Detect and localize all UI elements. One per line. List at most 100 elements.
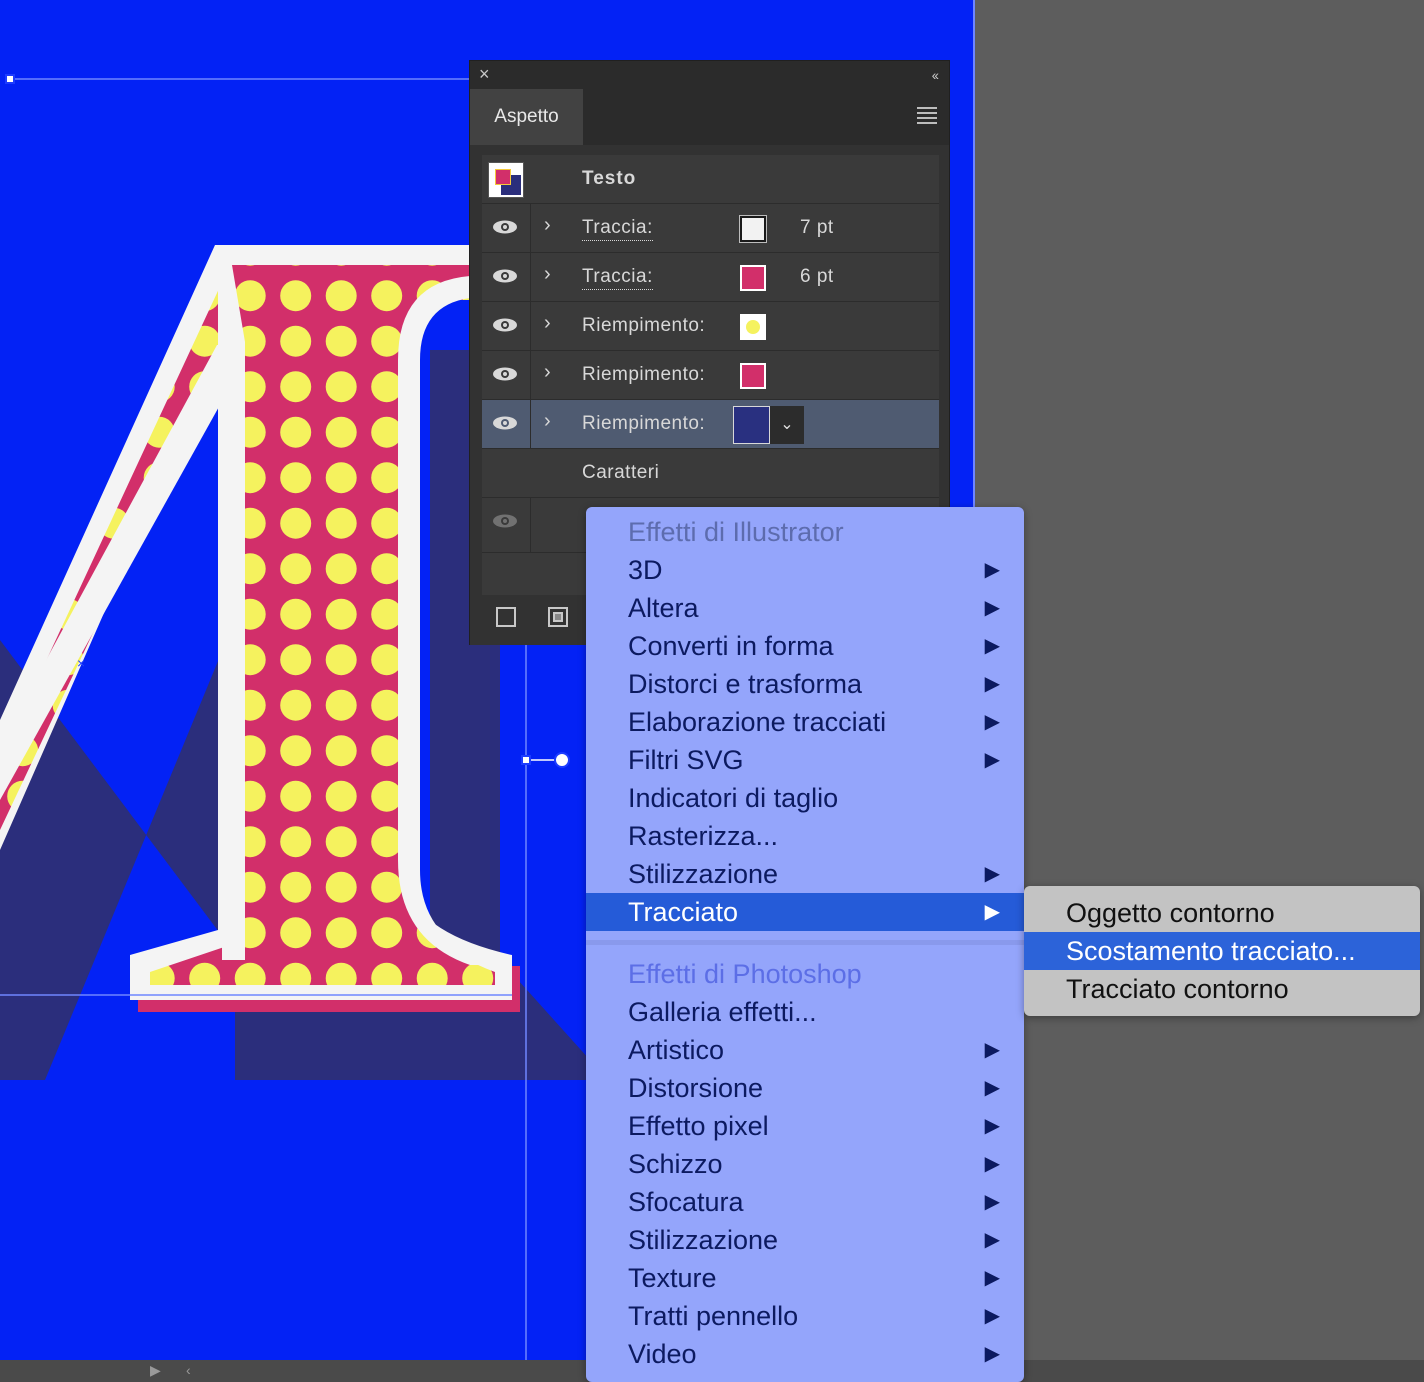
close-icon[interactable]: × [479,65,490,83]
menu-item-converti-in-forma[interactable]: Converti in forma ▶ [586,627,1024,665]
menu-item-stilizzazione[interactable]: Stilizzazione ▶ [586,855,1024,893]
appearance-row-selected[interactable]: › Riempimento: ⌄ [482,400,939,449]
stroke-color-swatch[interactable] [739,215,767,243]
menu-item-elaborazione-tracciati[interactable]: Elaborazione tracciati ▶ [586,703,1024,741]
stroke-color-swatch[interactable] [740,265,766,291]
appearance-row[interactable]: › Riempimento: [482,302,939,351]
submenu-arrow-icon: ▶ [984,863,1000,885]
menu-item-label: Distorci e trasforma [628,669,863,699]
submenu-arrow-icon: ▶ [984,1077,1000,1099]
collapse-icon[interactable]: ‹‹ [932,67,939,83]
menu-item-altera[interactable]: Altera ▶ [586,589,1024,627]
eye-icon[interactable] [492,219,518,235]
eye-icon[interactable] [492,317,518,333]
menu-item-schizzo[interactable]: Schizzo ▶ [586,1145,1024,1183]
submenu-arrow-icon: ▶ [984,635,1000,657]
menu-item-label: Distorsione [628,1073,764,1103]
menu-item-distorci-e-trasforma[interactable]: Distorci e trasforma ▶ [586,665,1024,703]
menu-item-filtri-svg[interactable]: Filtri SVG ▶ [586,741,1024,779]
appearance-row[interactable]: › Traccia: 6 pt [482,253,939,302]
submenu-arrow-icon: ▶ [984,1115,1000,1137]
appearance-row[interactable]: › Traccia: 7 pt [482,204,939,253]
menu-item-texture[interactable]: Texture ▶ [586,1259,1024,1297]
appearance-row[interactable]: › Riempimento: [482,351,939,400]
submenu-item-oggetto-contorno[interactable]: Oggetto contorno [1024,894,1420,932]
menu-item-label: Tratti pennello [628,1301,799,1331]
menu-item-video[interactable]: Video ▶ [586,1335,1024,1373]
menu-item-label: Video [628,1339,697,1369]
menu-item-label: Elaborazione tracciati [628,707,887,737]
chevron-right-icon[interactable]: › [544,410,551,433]
menu-item-label: Texture [628,1263,717,1293]
anchor-point [521,755,531,765]
chevron-right-icon[interactable]: › [544,263,551,286]
menu-item-label: Stilizzazione [628,859,779,889]
menu-item-indicatori-di-taglio[interactable]: Indicatori di taglio [586,779,1024,817]
play-icon[interactable]: ▶ [150,1362,161,1379]
object-label: Testo [582,168,637,189]
chevron-right-icon[interactable]: › [544,214,551,237]
menu-item-tratti-pennello[interactable]: Tratti pennello ▶ [586,1297,1024,1335]
submenu-arrow-icon: ▶ [984,711,1000,733]
menu-item-label: Sfocatura [628,1187,744,1217]
menu-item-rasterizza[interactable]: Rasterizza... [586,817,1024,855]
chevron-down-icon: ⌄ [780,416,794,433]
submenu-arrow-icon: ▶ [984,901,1000,923]
menu-item-galleria-effetti[interactable]: Galleria effetti... [586,993,1024,1031]
text-object-thumbnail-icon [488,162,524,198]
menu-item-label: 3D [628,555,663,585]
panel-titlebar[interactable]: × ‹‹ [470,61,949,89]
letter-inner-stroke [222,342,245,960]
menu-item-artistico[interactable]: Artistico ▶ [586,1031,1024,1069]
selection-handle [5,74,15,84]
fill-color-swatch[interactable] [740,314,766,340]
swatch-dropdown[interactable]: ⌄ [770,406,804,444]
menu-item-3d[interactable]: 3D ▶ [586,551,1024,589]
add-stroke-button[interactable] [496,607,516,627]
submenu-arrow-icon: ▶ [984,1305,1000,1327]
add-fill-button[interactable] [548,607,568,627]
menu-separator [586,940,1024,945]
eye-icon[interactable] [492,268,518,284]
stroke-label[interactable]: Traccia: [582,266,653,290]
menu-item-label: Galleria effetti... [628,997,817,1027]
menu-item-label: Altera [628,593,699,623]
menu-item-label: Indicatori di taglio [628,783,839,813]
menu-header-photoshop: Effetti di Photoshop [628,959,862,989]
characters-row[interactable]: Caratteri [482,449,939,498]
eye-icon[interactable] [492,513,518,529]
submenu-arrow-icon: ▶ [984,749,1000,771]
eye-icon[interactable] [492,366,518,382]
menu-item-label: Artistico [628,1035,725,1065]
panel-tabstrip: Aspetto [470,89,949,145]
fill-label: Riempimento: [582,364,706,385]
fill-color-swatch[interactable] [740,363,766,389]
submenu-item-tracciato-contorno[interactable]: Tracciato contorno [1024,970,1420,1008]
menu-item-label: Stilizzazione [628,1225,779,1255]
fill-color-swatch[interactable] [733,406,770,444]
characters-label: Caratteri [582,462,660,483]
menu-item-tracciato[interactable]: Tracciato ▶ [586,893,1024,931]
tab-appearance[interactable]: Aspetto [470,89,583,145]
stroke-weight[interactable]: 7 pt [800,217,834,239]
chevron-left-icon[interactable]: ‹ [186,1362,191,1378]
chevron-right-icon[interactable]: › [544,312,551,335]
menu-item-sfocatura[interactable]: Sfocatura ▶ [586,1183,1024,1221]
panel-menu-icon[interactable] [917,107,937,127]
menu-item-distorsione[interactable]: Distorsione ▶ [586,1069,1024,1107]
eye-icon[interactable] [492,415,518,431]
fill-label: Riempimento: [582,315,706,336]
menu-item-effetto-pixel[interactable]: Effetto pixel ▶ [586,1107,1024,1145]
menu-item-stilizzazione[interactable]: Stilizzazione ▶ [586,1221,1024,1259]
submenu-arrow-icon: ▶ [984,1229,1000,1251]
stroke-weight[interactable]: 6 pt [800,266,834,288]
submenu-arrow-icon: ▶ [984,1153,1000,1175]
chevron-right-icon[interactable]: › [544,361,551,384]
object-row[interactable]: Testo [482,155,939,204]
stroke-label[interactable]: Traccia: [582,217,653,241]
menu-item-label: Schizzo [628,1149,723,1179]
submenu-item-scostamento-tracciato[interactable]: Scostamento tracciato... [1024,932,1420,970]
menu-header-illustrator: Effetti di Illustrator [628,517,844,547]
tracciato-submenu: Oggetto contorno Scostamento tracciato...… [1024,886,1420,1016]
menu-item-label: Converti in forma [628,631,834,661]
